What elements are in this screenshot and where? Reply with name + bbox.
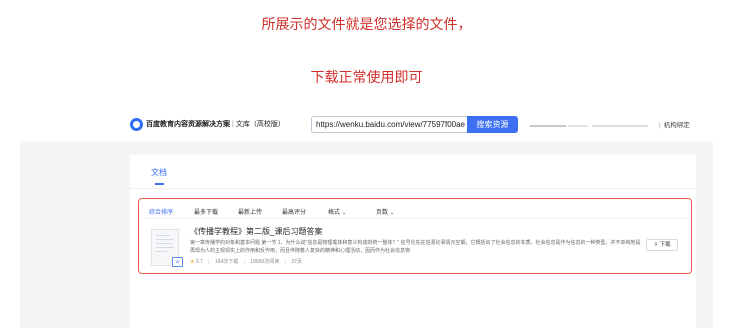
- filter-pages-label: 页数: [376, 210, 389, 216]
- blurred-header-text: [530, 125, 566, 127]
- rating-value: 2.7: [195, 259, 203, 265]
- thumbnail-text-line: [156, 243, 172, 244]
- brand-name: 百度教育内容资源解决方案: [146, 121, 230, 128]
- document-meta: ★ 2.7 | 164次下载 | 19650次阅读 | 37页: [190, 258, 302, 265]
- blurred-header-text: [568, 125, 588, 127]
- thumbnail-text-line: [156, 239, 174, 240]
- document-snippet: 第一章传播学的对象和基本问题 第一节 1、为什么说"信息是物理载体和意义构成的统…: [190, 240, 641, 254]
- thumbnail-text-line: [156, 251, 168, 252]
- brand-subtitle: 文库（高校版）: [235, 121, 285, 128]
- thumbnail-text-line: [156, 247, 174, 248]
- document-title-link[interactable]: 《传播学教程》第二版_课后习题答案: [190, 226, 322, 237]
- download-label: 下载: [659, 242, 671, 248]
- sort-top-rated[interactable]: 最高评分: [282, 207, 306, 216]
- tab-divider: [130, 188, 696, 189]
- filter-format-dropdown[interactable]: 格式 ⌄: [328, 207, 346, 216]
- filter-format-label: 格式: [328, 210, 341, 216]
- download-icon: ⇩: [653, 242, 659, 248]
- search-button[interactable]: 搜索资源: [467, 116, 518, 133]
- tab-documents[interactable]: 文档: [151, 167, 167, 178]
- thumbnail-text-line: [156, 235, 170, 236]
- brand-divider: |: [232, 121, 234, 128]
- chevron-down-icon: ⌄: [390, 210, 395, 216]
- sort-most-downloads[interactable]: 最多下载: [194, 207, 218, 216]
- sort-bar-divider: [146, 218, 686, 219]
- org-bind-divider: |: [659, 122, 661, 129]
- blurred-header-text: [592, 125, 648, 127]
- brand-title[interactable]: 百度教育内容资源解决方案 | 文库（高校版）: [146, 119, 285, 129]
- search-input[interactable]: https://wenku.baidu.com/view/77597f00ae: [311, 116, 467, 133]
- meta-divider: |: [243, 259, 245, 265]
- download-count: 164次下载: [214, 259, 239, 265]
- star-icon: ★: [190, 259, 195, 265]
- page-count: 37页: [291, 259, 302, 265]
- filter-pages-dropdown[interactable]: 页数 ⌄: [376, 207, 394, 216]
- chevron-down-icon: ⌄: [342, 210, 347, 216]
- notice-line-2: 下载正常使用即可: [310, 69, 423, 85]
- sort-comprehensive[interactable]: 综合排序: [149, 207, 173, 216]
- sort-newest[interactable]: 最新上传: [238, 207, 262, 216]
- meta-divider: |: [208, 259, 210, 265]
- view-count: 19650次阅读: [250, 259, 280, 265]
- org-bind-label: 机构绑定: [663, 122, 690, 129]
- meta-divider: |: [284, 259, 286, 265]
- baidu-education-logo-icon[interactable]: [130, 118, 143, 131]
- download-button[interactable]: ⇩ 下载: [646, 239, 678, 251]
- org-bind-link[interactable]: | 机构绑定: [659, 119, 690, 129]
- tab-active-indicator: [155, 183, 164, 185]
- word-file-icon: W: [172, 257, 183, 267]
- notice-line-1: 所展示的文件就是您选择的文件，: [261, 16, 472, 32]
